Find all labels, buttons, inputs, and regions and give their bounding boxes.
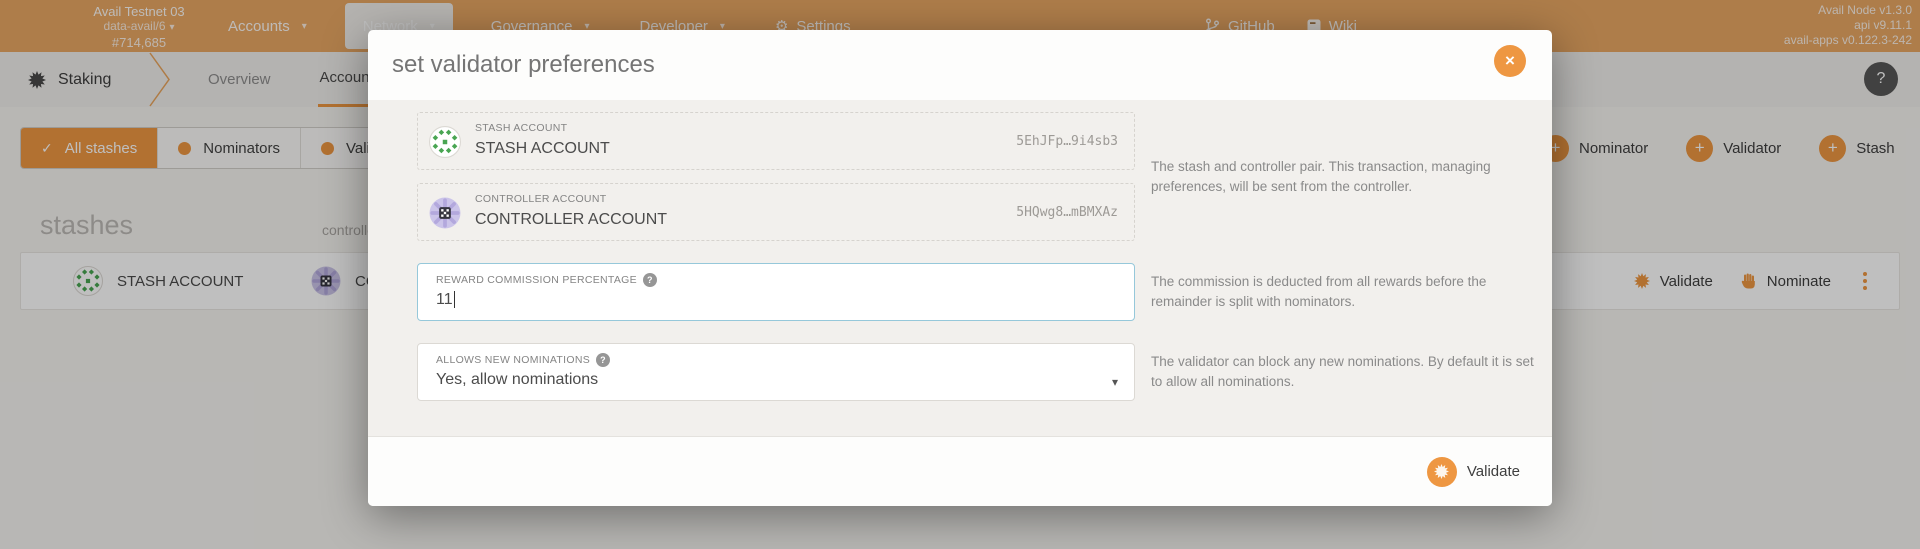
help-icon: ? bbox=[643, 273, 657, 287]
nominations-field-label: ALLOWS NEW NOMINATIONS bbox=[436, 354, 590, 366]
accounts-form-row: STASH ACCOUNT STASH ACCOUNT 5EhJFp…9i4sb… bbox=[368, 112, 1552, 241]
staking-accounts-screen: Avail Testnet 03 data-avail/6▾ #714,685 … bbox=[0, 0, 1920, 549]
stash-field-label: STASH ACCOUNT bbox=[475, 122, 567, 134]
modal-title: set validator preferences bbox=[392, 51, 655, 79]
validate-submit-button[interactable]: Validate bbox=[1427, 457, 1520, 487]
controller-field-label: CONTROLLER ACCOUNT bbox=[475, 193, 606, 205]
nominations-helper-text: The validator can block any new nominati… bbox=[1151, 343, 1543, 401]
modal-body: STASH ACCOUNT STASH ACCOUNT 5EhJFp…9i4sb… bbox=[368, 100, 1552, 436]
modal-header: set validator preferences × bbox=[368, 30, 1552, 100]
help-icon: ? bbox=[596, 353, 610, 367]
modal-footer: Validate bbox=[368, 436, 1552, 506]
stash-account-address: 5EhJFp…9i4sb3 bbox=[1016, 134, 1118, 149]
commission-field-label: REWARD COMMISSION PERCENTAGE bbox=[436, 274, 637, 286]
allow-nominations-select[interactable]: ALLOWS NEW NOMINATIONS ? Yes, allow nomi… bbox=[417, 343, 1135, 401]
nominations-form-row: ALLOWS NEW NOMINATIONS ? Yes, allow nomi… bbox=[368, 343, 1552, 401]
chevron-down-icon: ▾ bbox=[1112, 375, 1118, 389]
controller-account-address: 5HQwg8…mBMXAz bbox=[1016, 205, 1118, 220]
close-icon[interactable]: × bbox=[1494, 45, 1526, 77]
controller-identicon bbox=[429, 197, 461, 229]
commission-helper-text: The commission is deducted from all rewa… bbox=[1151, 263, 1543, 321]
accounts-helper-text: The stash and controller pair. This tran… bbox=[1151, 112, 1543, 241]
nominations-selected-value: Yes, allow nominations bbox=[436, 371, 598, 389]
validate-star-icon bbox=[1434, 464, 1449, 479]
controller-account-field: CONTROLLER ACCOUNT CONTROLLER ACCOUNT 5H… bbox=[417, 183, 1135, 241]
set-validator-preferences-modal: set validator preferences × STASH ACCOUN… bbox=[368, 30, 1552, 506]
commission-input[interactable]: REWARD COMMISSION PERCENTAGE ? 11 bbox=[417, 263, 1135, 321]
commission-form-row: REWARD COMMISSION PERCENTAGE ? 11 The co… bbox=[368, 263, 1552, 321]
stash-identicon bbox=[429, 126, 461, 158]
text-cursor bbox=[454, 291, 455, 308]
commission-value: 11 bbox=[436, 291, 453, 308]
validate-button-label: Validate bbox=[1467, 463, 1520, 480]
stash-account-name: STASH ACCOUNT bbox=[475, 140, 610, 158]
stash-account-field: STASH ACCOUNT STASH ACCOUNT 5EhJFp…9i4sb… bbox=[417, 112, 1135, 170]
controller-account-name: CONTROLLER ACCOUNT bbox=[475, 211, 667, 229]
